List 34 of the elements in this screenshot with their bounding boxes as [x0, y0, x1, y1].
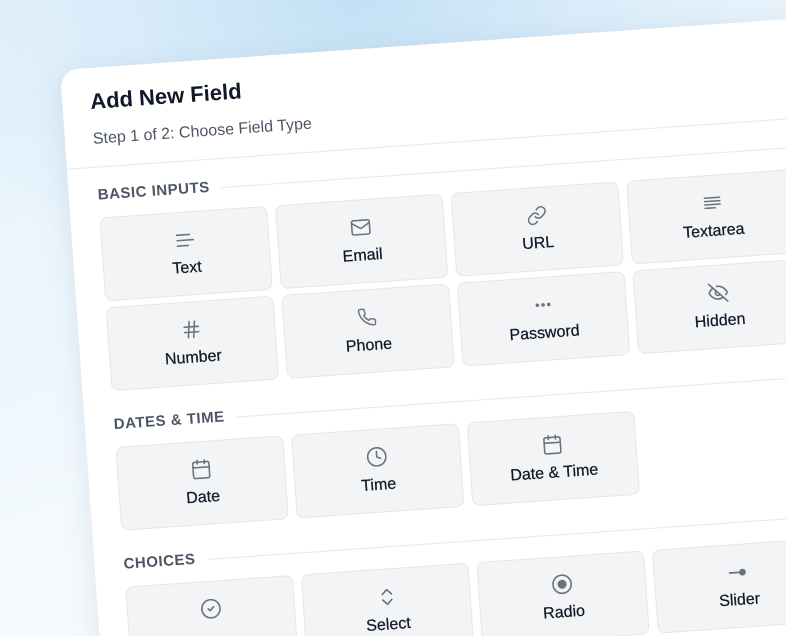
section-heading: CHOICES — [122, 550, 196, 575]
eye-off-icon — [707, 282, 729, 304]
field-type-tile[interactable]: Radio — [476, 550, 650, 636]
field-type-tile[interactable]: Password — [456, 271, 630, 367]
field-type-tile[interactable]: Email — [274, 194, 448, 290]
field-type-tile[interactable]: Date & Time — [466, 410, 640, 506]
hash-icon — [182, 320, 200, 339]
calendar-icon — [192, 458, 211, 480]
text-lines-icon — [176, 232, 195, 247]
phone-icon — [357, 308, 377, 327]
field-type-tile[interactable]: Slider — [652, 538, 786, 634]
field-type-tile[interactable]: Number — [106, 296, 280, 392]
field-type-tile[interactable]: Hidden — [632, 258, 786, 354]
field-type-tile[interactable]: Phone — [281, 283, 455, 379]
field-type-tile[interactable]: Select — [300, 562, 474, 636]
field-type-tile[interactable]: Text — [99, 206, 273, 302]
link-icon — [526, 205, 546, 226]
clock-icon — [366, 446, 388, 468]
paragraph-lines-icon — [702, 196, 721, 210]
radio-icon — [551, 574, 573, 595]
dialog-title: Add New Field — [89, 77, 242, 116]
slider-icon — [728, 566, 747, 578]
section-heading: DATES & TIME — [113, 407, 226, 436]
check-circle-icon — [200, 598, 222, 620]
calendar-icon — [542, 434, 562, 456]
step-subtitle: Step 1 of 2: Choose Field Type — [92, 114, 313, 150]
field-type-tile[interactable]: Textarea — [626, 169, 786, 265]
field-type-tile[interactable]: Date — [115, 435, 289, 531]
envelope-icon — [350, 218, 372, 236]
field-type-tile[interactable]: Time — [291, 423, 464, 519]
dots-icon — [534, 302, 550, 308]
chevrons-icon — [380, 588, 393, 606]
field-type-tile[interactable]: URL — [450, 181, 624, 277]
section-heading: BASIC INPUTS — [97, 178, 210, 206]
